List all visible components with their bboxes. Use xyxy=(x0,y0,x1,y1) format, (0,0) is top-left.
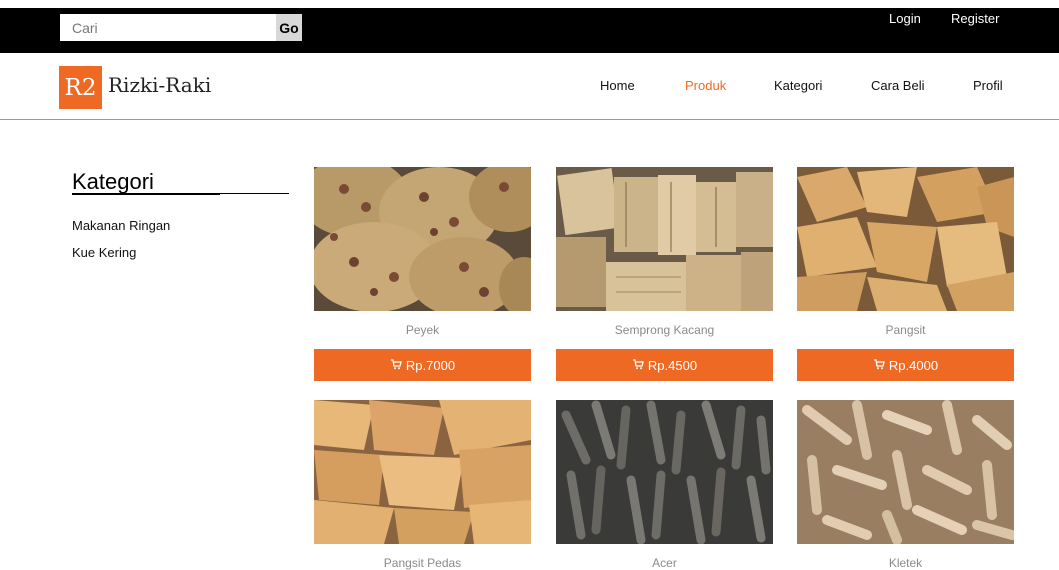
register-link[interactable]: Register xyxy=(951,11,999,26)
product-name[interactable]: Pangsit xyxy=(797,323,1014,337)
product-image-peyek[interactable] xyxy=(314,167,531,311)
product-name[interactable]: Semprong Kacang xyxy=(556,323,773,337)
buy-button[interactable]: Rp.7000 xyxy=(314,349,531,381)
nav-home[interactable]: Home xyxy=(600,78,635,93)
cart-icon xyxy=(632,358,644,373)
buy-button[interactable]: Rp.4000 xyxy=(797,349,1014,381)
product-image-pangsit-pedas[interactable] xyxy=(314,400,531,544)
nav-profil[interactable]: Profil xyxy=(973,78,1003,93)
cart-icon xyxy=(390,358,402,373)
product-image-acer[interactable] xyxy=(556,400,773,544)
buy-button[interactable]: Rp.4500 xyxy=(556,349,773,381)
go-button[interactable]: Go xyxy=(276,14,302,41)
nav-produk[interactable]: Produk xyxy=(685,78,726,93)
product-name[interactable]: Peyek xyxy=(314,323,531,337)
price-label: Rp.7000 xyxy=(405,357,456,373)
site-logo[interactable]: R2 Rizki-Raki xyxy=(59,66,211,109)
search-input[interactable] xyxy=(60,14,276,41)
product-name[interactable]: Kletek xyxy=(797,556,1014,570)
sidebar-item-makanan-ringan[interactable]: Makanan Ringan xyxy=(72,218,170,233)
product-image-pangsit[interactable] xyxy=(797,167,1014,311)
sidebar-divider xyxy=(72,193,220,195)
sidebar-title: Kategori xyxy=(72,169,154,194)
login-link[interactable]: Login xyxy=(889,11,921,26)
sidebar-item-kue-kering[interactable]: Kue Kering xyxy=(72,245,136,260)
site-header: R2 Rizki-Raki Home Produk Kategori Cara … xyxy=(0,53,1059,120)
product-name[interactable]: Pangsit Pedas xyxy=(314,556,531,570)
product-image-kletek[interactable] xyxy=(797,400,1014,544)
logo-mark: R2 xyxy=(59,66,102,109)
nav-cara-beli[interactable]: Cara Beli xyxy=(871,78,924,93)
top-bar: Go Login Register xyxy=(0,8,1059,53)
product-image-semprong-kacang[interactable] xyxy=(556,167,773,311)
price-label: Rp.4500 xyxy=(647,357,698,373)
nav-kategori[interactable]: Kategori xyxy=(774,78,822,93)
cart-icon xyxy=(873,358,885,373)
logo-text: Rizki-Raki xyxy=(108,72,212,97)
product-name[interactable]: Acer xyxy=(556,556,773,570)
sidebar-divider-thin xyxy=(220,193,289,194)
price-label: Rp.4000 xyxy=(888,357,939,373)
